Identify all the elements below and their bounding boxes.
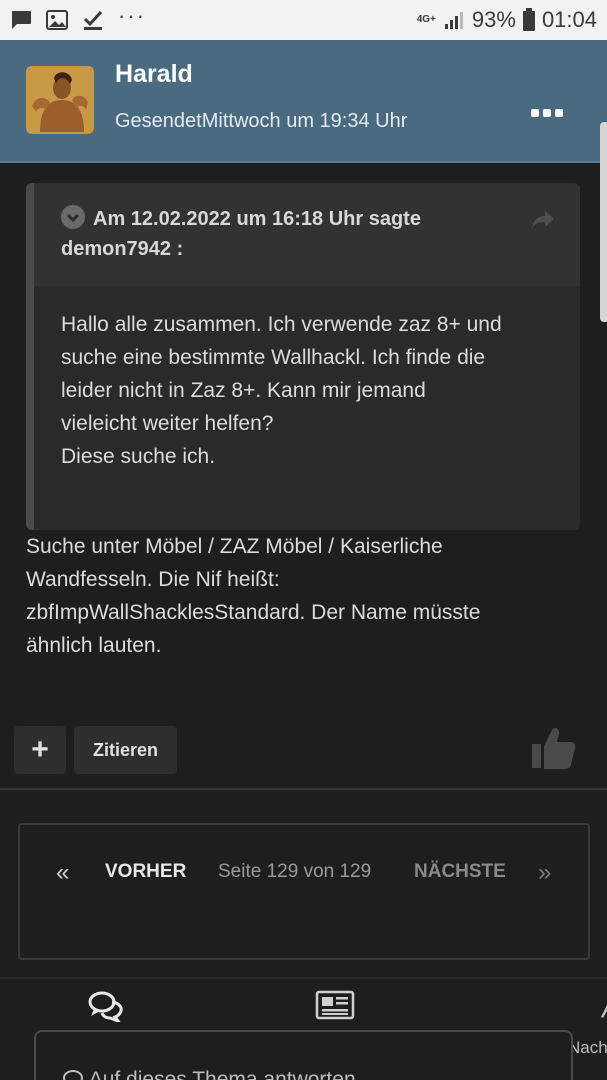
- more-options-button[interactable]: [531, 106, 563, 120]
- pencil-icon[interactable]: [599, 1003, 607, 1019]
- message-icon: [11, 11, 31, 29]
- quote-text: Hallo alle zusammen. Ich verwende zaz 8+…: [61, 308, 561, 473]
- tab-new-message[interactable]: Nachricht: [570, 1038, 607, 1058]
- pagination: « VORHER Seite 129 von 129 NÄCHSTE »: [18, 823, 590, 960]
- post-body: Suche unter Möbel / ZAZ Möbel / Kaiserli…: [26, 530, 566, 662]
- signal-icon: [444, 12, 463, 29]
- like-thumbs-up-icon[interactable]: [530, 726, 576, 770]
- quote-button[interactable]: Zitieren: [74, 726, 177, 774]
- collapse-chevron-icon[interactable]: [61, 205, 85, 229]
- chat-bubble-icon: [63, 1070, 83, 1080]
- post-line: ähnlich lauten.: [26, 634, 162, 657]
- section-divider: [0, 788, 607, 790]
- bottom-nav-separator: [0, 977, 607, 979]
- more-dot: [531, 109, 539, 117]
- status-notifications: ···: [10, 3, 146, 31]
- reply-input[interactable]: Auf dieses Thema antworten: [34, 1030, 573, 1080]
- previous-page-button[interactable]: VORHER: [105, 861, 186, 883]
- chat-bubbles-icon[interactable]: [88, 990, 124, 1022]
- go-to-quote-icon[interactable]: [530, 209, 556, 231]
- image-icon: [46, 10, 68, 30]
- post-header: Harald GesendetMittwoch um 19:34 Uhr: [0, 40, 607, 163]
- tab-new-message-label: Nachricht: [570, 1038, 607, 1057]
- quote-line: Hallo alle zusammen. Ich verwende zaz 8+…: [61, 313, 502, 336]
- page-status[interactable]: Seite 129 von 129: [218, 861, 371, 883]
- quote-line: leider nicht in Zaz 8+. Kann mir jemand: [61, 379, 426, 402]
- more-dots-icon: ···: [118, 3, 146, 28]
- status-system: 4G+ 93% 01:04: [417, 7, 597, 33]
- reply-placeholder: Auf dieses Thema antworten: [88, 1068, 356, 1080]
- battery-percent: 93%: [471, 7, 516, 32]
- quote-line: Diese suche ich.: [61, 445, 216, 468]
- clock: 01:04: [541, 7, 597, 32]
- post-timestamp: GesendetMittwoch um 19:34 Uhr: [115, 110, 408, 132]
- check-icon: [83, 10, 103, 30]
- next-page-button[interactable]: NÄCHSTE: [414, 861, 506, 883]
- quote-line: vieleicht weiter helfen?: [61, 412, 274, 435]
- more-dot: [555, 109, 563, 117]
- last-page-button[interactable]: »: [538, 859, 551, 887]
- post-line: Wandfesseln. Die Nif heißt:: [26, 568, 280, 591]
- first-page-button[interactable]: «: [56, 859, 69, 887]
- more-dot: [543, 109, 551, 117]
- battery-icon: [522, 8, 535, 31]
- avatar[interactable]: [26, 66, 94, 134]
- quote-header: Am 12.02.2022 um 16:18 Uhr sagte demon79…: [34, 183, 580, 286]
- author-name[interactable]: Harald: [115, 60, 193, 89]
- avatar-image: [26, 66, 94, 134]
- quote-attribution: Am 12.02.2022 um 16:18 Uhr sagte demon79…: [61, 208, 421, 260]
- newspaper-icon[interactable]: [315, 990, 355, 1020]
- network-type: 4G+: [416, 14, 436, 25]
- status-bar: ··· 4G+ 93% 01:04: [0, 0, 607, 40]
- scrollbar[interactable]: [600, 122, 607, 322]
- quote-line: suche eine bestimmte Wallhackl. Ich find…: [61, 346, 486, 369]
- post-line: Suche unter Möbel / ZAZ Möbel / Kaiserli…: [26, 535, 443, 558]
- multiquote-add-button[interactable]: +: [14, 726, 66, 774]
- quote-block: Am 12.02.2022 um 16:18 Uhr sagte demon79…: [26, 183, 580, 530]
- post-line: zbfImpWallShacklesStandard. Der Name müs…: [26, 601, 481, 624]
